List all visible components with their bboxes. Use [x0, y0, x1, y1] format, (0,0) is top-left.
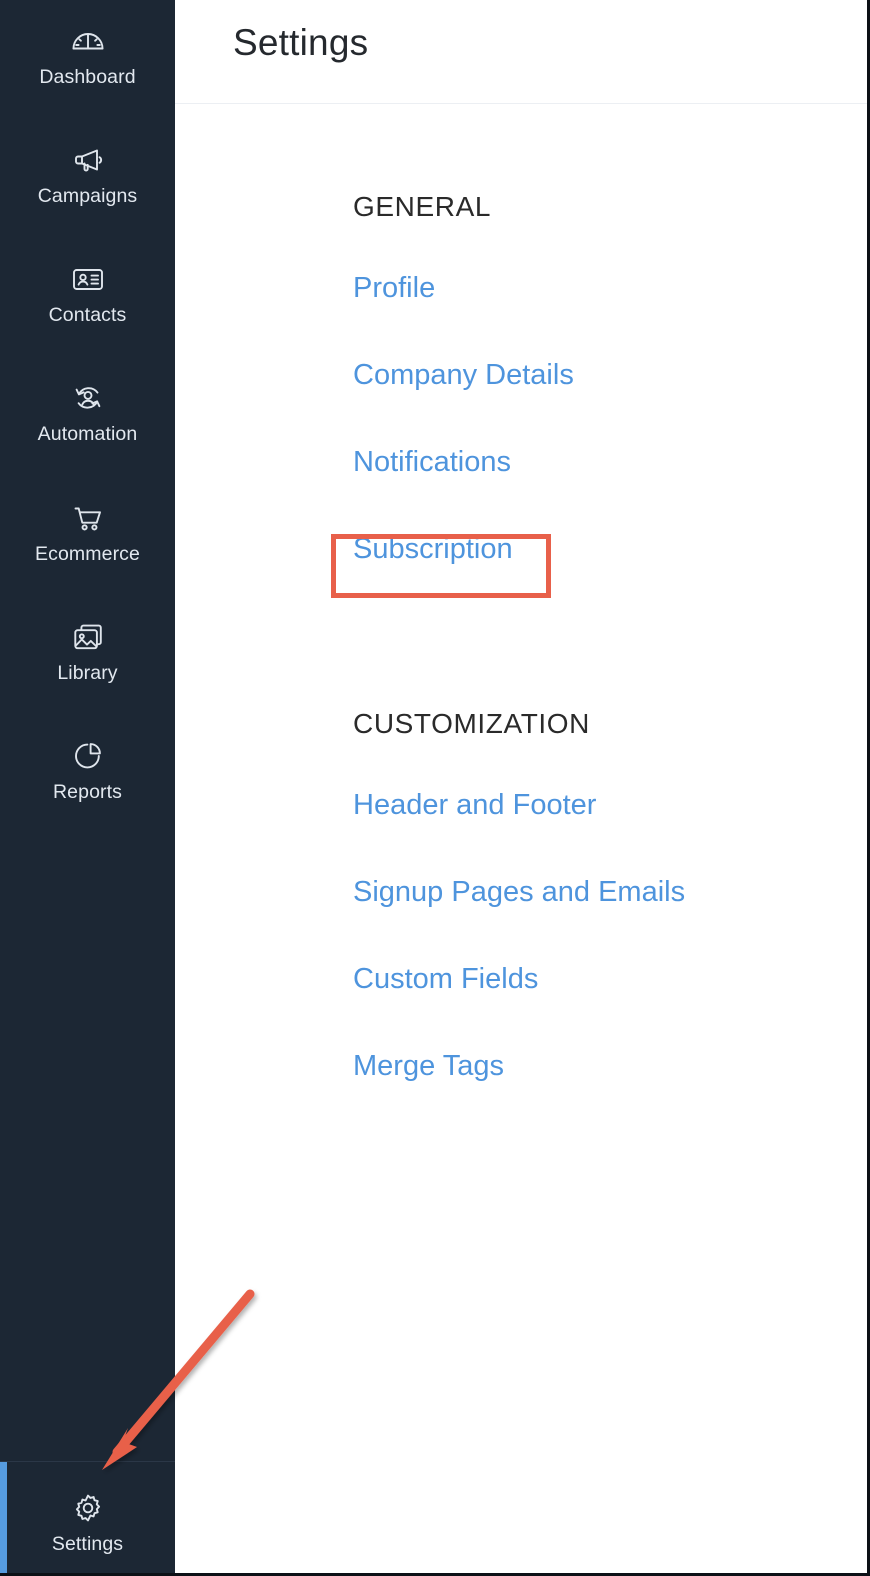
sidebar-item-label: Settings: [51, 1532, 124, 1555]
user-refresh-icon: [68, 378, 108, 418]
sidebar-item-library[interactable]: Library: [0, 604, 175, 696]
page-header: Settings: [175, 0, 867, 104]
page-title: Settings: [233, 22, 369, 63]
megaphone-icon: [68, 140, 108, 180]
sidebar: Dashboard Campaigns Contacts Automation …: [0, 0, 175, 1573]
group-title-customization: CUSTOMIZATION: [353, 708, 590, 739]
shopping-cart-icon: [68, 498, 108, 538]
gear-icon: [68, 1488, 108, 1528]
id-card-icon: [68, 259, 108, 299]
settings-link-header-and-footer[interactable]: Header and Footer: [353, 791, 596, 820]
sidebar-item-label: Automation: [37, 422, 138, 445]
sidebar-item-label: Dashboard: [39, 65, 136, 88]
settings-link-merge-tags[interactable]: Merge Tags: [353, 1052, 504, 1081]
pie-chart-icon: [68, 736, 108, 776]
main-content: GENERAL Profile Company Details Notifica…: [175, 105, 867, 1573]
sidebar-item-campaigns[interactable]: Campaigns: [0, 127, 175, 219]
sidebar-item-label: Reports: [53, 780, 122, 803]
settings-link-profile[interactable]: Profile: [353, 274, 435, 303]
sidebar-item-label: Library: [57, 661, 118, 684]
sidebar-item-settings[interactable]: Settings: [0, 1461, 175, 1573]
settings-link-notifications[interactable]: Notifications: [353, 448, 511, 477]
settings-link-list: Header and Footer Signup Pages and Email…: [353, 791, 685, 1081]
settings-link-subscription[interactable]: Subscription: [353, 535, 513, 564]
settings-link-company-details[interactable]: Company Details: [353, 361, 574, 390]
sidebar-item-label: Campaigns: [37, 184, 138, 207]
sidebar-item-label: Ecommerce: [35, 542, 140, 565]
settings-link-custom-fields[interactable]: Custom Fields: [353, 965, 538, 994]
sidebar-active-indicator: [0, 1462, 7, 1573]
sidebar-item-dashboard[interactable]: Dashboard: [0, 8, 175, 100]
settings-group-customization: CUSTOMIZATION Header and Footer Signup P…: [353, 710, 685, 1081]
sidebar-item-label: Contacts: [48, 303, 127, 326]
sidebar-item-ecommerce[interactable]: Ecommerce: [0, 485, 175, 577]
group-title-general: GENERAL: [353, 191, 492, 222]
settings-link-list: Profile Company Details Notifications Su…: [353, 274, 574, 564]
gauge-icon: [68, 21, 108, 61]
app-window: Dashboard Campaigns Contacts Automation …: [0, 0, 870, 1576]
settings-link-signup-pages-and-emails[interactable]: Signup Pages and Emails: [353, 878, 685, 907]
settings-group-general: GENERAL Profile Company Details Notifica…: [353, 193, 574, 564]
sidebar-item-automation[interactable]: Automation: [0, 365, 175, 457]
sidebar-item-contacts[interactable]: Contacts: [0, 246, 175, 338]
sidebar-item-reports[interactable]: Reports: [0, 723, 175, 815]
images-stack-icon: [68, 617, 108, 657]
